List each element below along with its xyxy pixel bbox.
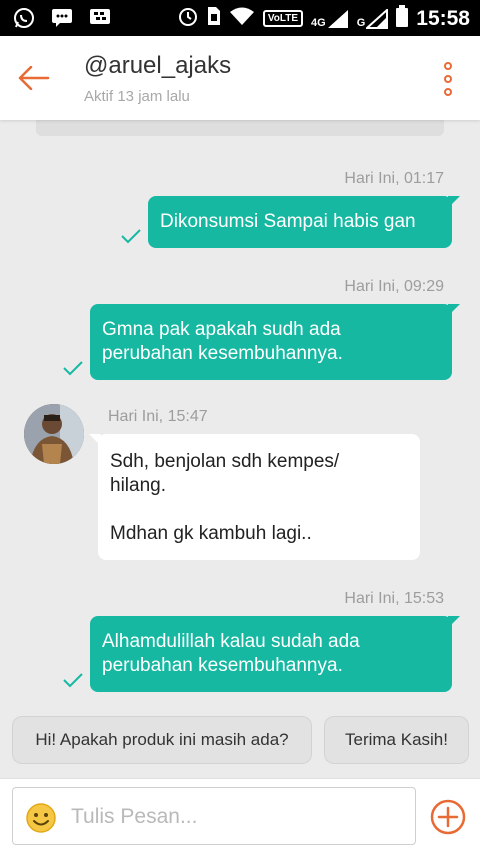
sent-check-icon (121, 229, 141, 244)
network-type-label: 4G (311, 16, 326, 29)
message-line: Mdhan gk kambuh lagi.. (110, 523, 312, 544)
outgoing-message-bubble[interactable]: Alhamdulillah kalau sudah ada perubahan … (90, 616, 460, 692)
last-active-status: Aktif 13 jam lalu (84, 88, 190, 105)
whatsapp-icon (12, 6, 36, 30)
outgoing-message-bubble[interactable]: Dikonsumsi Sampai habis gan (148, 196, 460, 248)
contact-name[interactable]: @aruel_ajaks (84, 52, 231, 80)
quick-reply-button[interactable]: Terima Kasih! (324, 716, 469, 764)
quick-reply-button[interactable]: Hi! Apakah produk ini masih ada? (12, 716, 312, 764)
message-line: Gmna pak apakah sudh ada (102, 319, 341, 340)
message-line: perubahan kesembuhannya. (102, 655, 343, 676)
message-timestamp: Hari Ini, 09:29 (344, 278, 444, 295)
alarm-icon (177, 5, 199, 32)
clock: 15:58 (416, 6, 470, 30)
outgoing-message-bubble[interactable]: Gmna pak apakah sudh ada perubahan kesem… (90, 304, 460, 380)
volte-badge: VoLTE (262, 10, 304, 27)
message-icon (50, 6, 74, 30)
wifi-icon (229, 6, 255, 31)
status-bar: VoLTE 4G G 15:58 (0, 0, 480, 36)
previous-message-card (36, 120, 444, 136)
battery-icon (396, 5, 409, 32)
message-timestamp: Hari Ini, 15:47 (108, 408, 208, 425)
avatar-photo (24, 404, 84, 464)
signal-icon (327, 9, 348, 28)
contact-avatar[interactable] (24, 404, 84, 464)
back-arrow-icon (18, 66, 50, 90)
message-line: Alhamdulillah kalau sudah ada (102, 631, 360, 652)
message-timestamp: Hari Ini, 01:17 (344, 170, 444, 187)
dot (444, 75, 452, 83)
message-line (110, 498, 408, 522)
signal-icon-2 (366, 8, 389, 29)
dot (444, 62, 452, 70)
bbm-icon (88, 6, 112, 30)
sent-check-icon (63, 361, 83, 376)
smiley-icon[interactable] (25, 802, 57, 834)
message-line: Dikonsumsi Sampai habis gan (160, 211, 416, 232)
more-options-button[interactable] (440, 62, 456, 96)
composer-bar: Tulis Pesan... (0, 778, 480, 854)
incoming-message-bubble[interactable]: Sdh, benjolan sdh kempes/ hilang. Mdhan … (89, 434, 420, 560)
network-type-label-2: G (356, 16, 366, 29)
message-input[interactable]: Tulis Pesan... (12, 787, 416, 845)
sim-icon (207, 6, 221, 31)
sent-check-icon (63, 673, 83, 688)
back-button[interactable] (16, 60, 52, 96)
message-line: perubahan kesembuhannya. (102, 343, 343, 364)
message-line: Sdh, benjolan sdh kempes/ (110, 451, 340, 472)
message-line: hilang. (110, 475, 166, 496)
dot (444, 88, 452, 96)
message-placeholder: Tulis Pesan... (71, 805, 198, 828)
chat-header: @aruel_ajaks Aktif 13 jam lalu (0, 36, 480, 120)
plus-circle-icon[interactable] (430, 799, 466, 835)
message-list[interactable]: Hari Ini, 01:17 Dikonsumsi Sampai habis … (0, 120, 480, 778)
message-timestamp: Hari Ini, 15:53 (344, 590, 444, 607)
